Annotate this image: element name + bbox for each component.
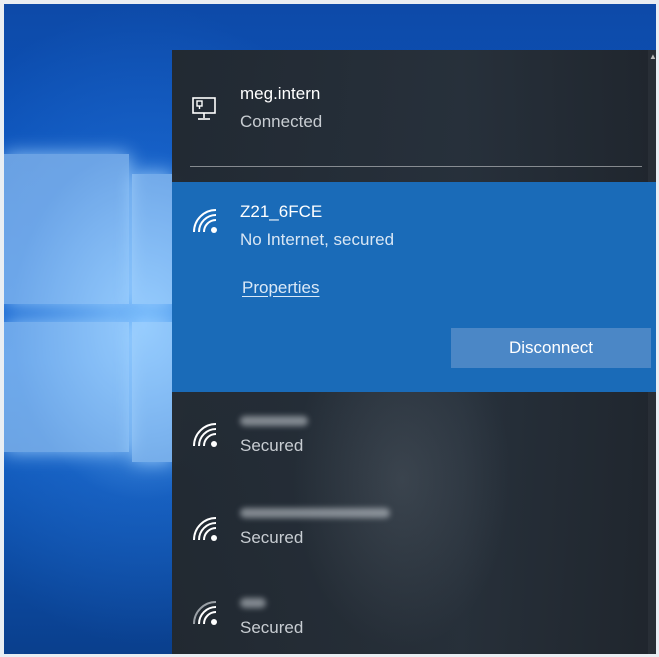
network-status: No Internet, secured: [240, 230, 395, 249]
network-status: Connected: [240, 112, 323, 131]
logo-pane-bottom-right: [132, 322, 172, 462]
network-name: meg.intern: [240, 84, 321, 103]
network-item[interactable]: Secured: [172, 392, 648, 484]
ethernet-monitor-icon: [190, 94, 220, 129]
wifi-secured-icon: [190, 206, 220, 241]
properties-link[interactable]: Properties: [242, 278, 319, 298]
network-flyout: ▲ meg.intern Connected Z21_6FCE No Inter…: [172, 50, 656, 654]
network-status: Secured: [240, 528, 304, 547]
wifi-secured-icon: [190, 598, 220, 633]
divider: [190, 166, 642, 167]
network-status: Secured: [240, 618, 304, 637]
network-name: Z21_6FCE: [240, 202, 323, 221]
network-item[interactable]: Secured: [172, 484, 648, 576]
scroll-up-icon[interactable]: ▲: [649, 53, 656, 61]
disconnect-button[interactable]: Disconnect: [451, 328, 651, 368]
logo-pane-top-right: [132, 174, 172, 304]
screenshot-frame: ▲ meg.intern Connected Z21_6FCE No Inter…: [4, 4, 656, 654]
network-item[interactable]: Secured: [172, 576, 648, 654]
logo-pane-top-left: [4, 154, 129, 304]
network-item-selected[interactable]: Z21_6FCE No Internet, secured Properties…: [172, 182, 656, 392]
wifi-secured-icon: [190, 420, 220, 455]
network-name-blurred: [240, 598, 266, 608]
network-status: Secured: [240, 436, 304, 455]
network-item-ethernet[interactable]: meg.intern Connected: [172, 50, 648, 166]
network-name-blurred: [240, 416, 308, 426]
wifi-secured-icon: [190, 514, 220, 549]
network-name-blurred: [240, 508, 390, 518]
logo-pane-bottom-left: [4, 322, 129, 452]
